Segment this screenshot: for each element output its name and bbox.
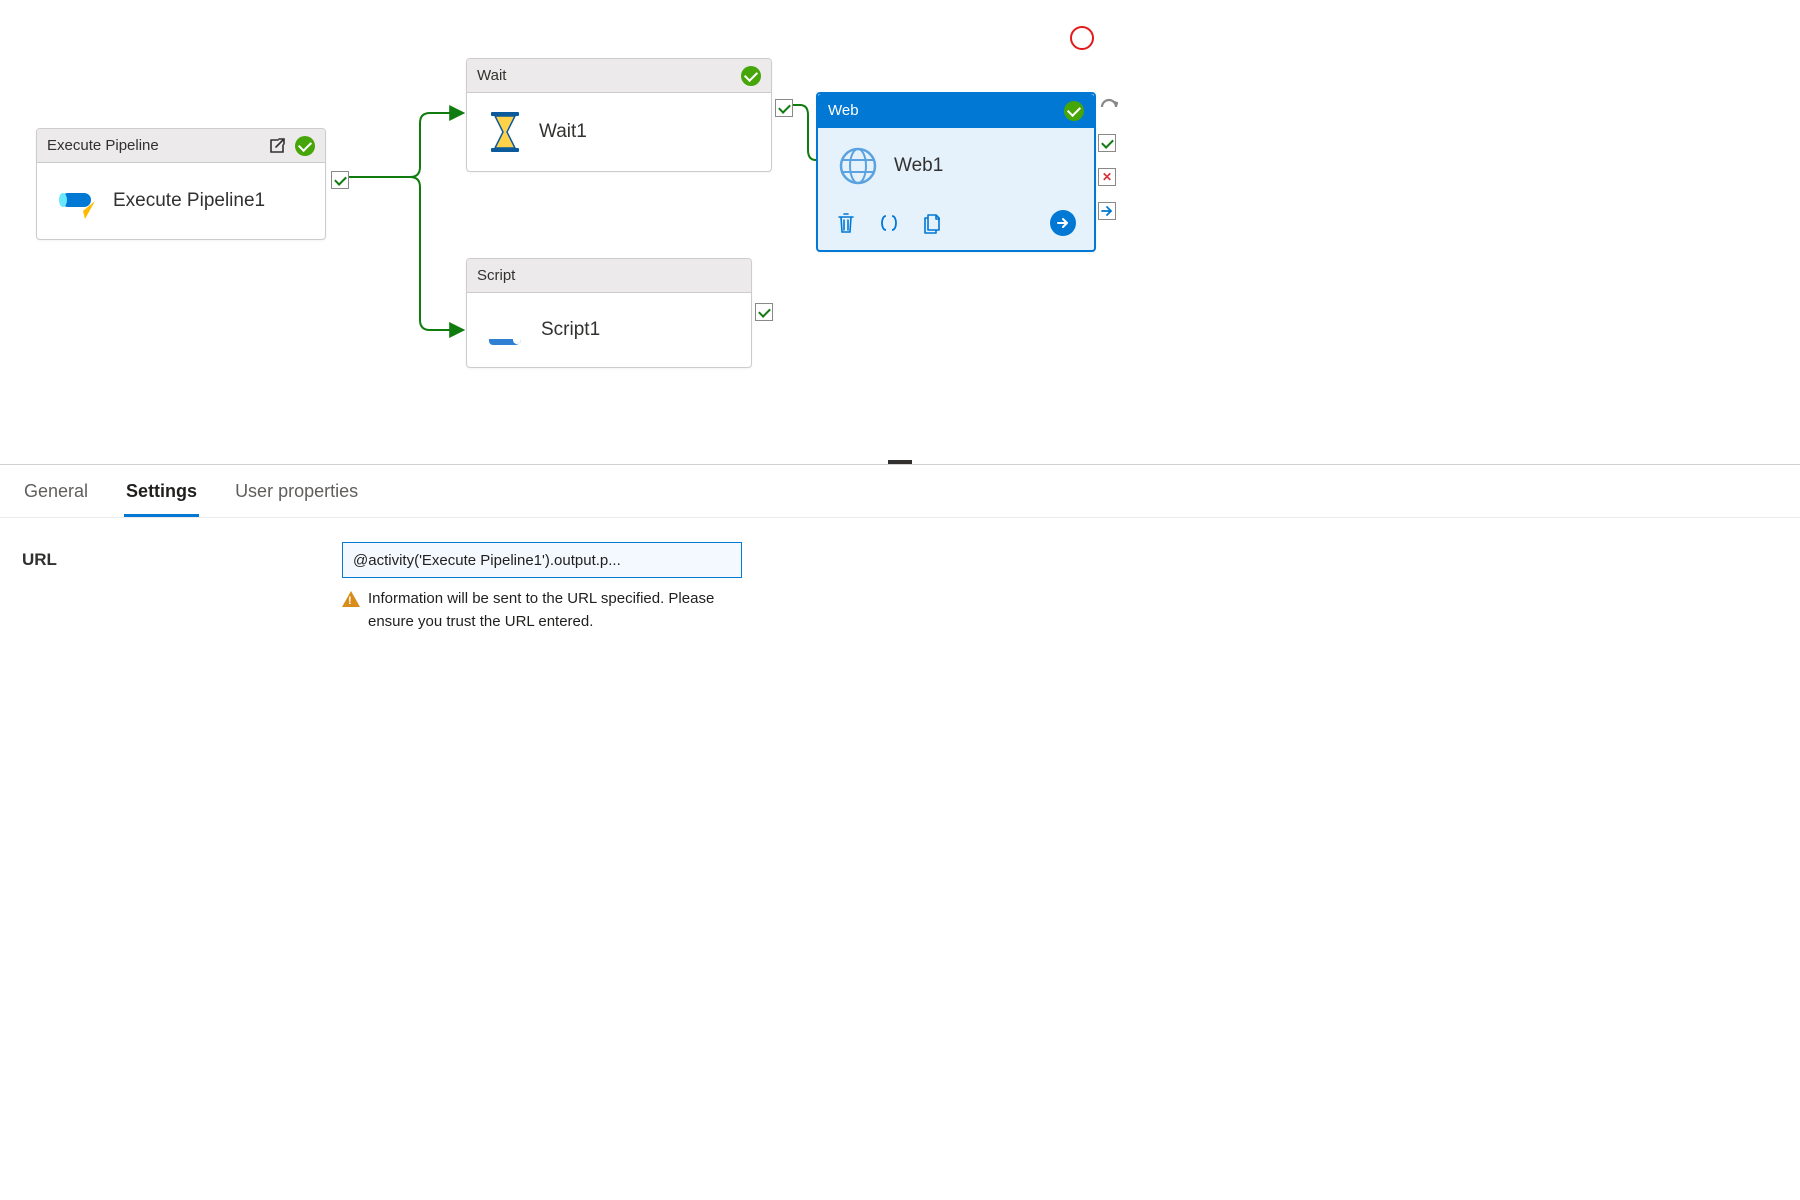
code-icon[interactable] <box>878 212 900 234</box>
activity-header: Script <box>467 259 751 293</box>
output-success-port[interactable] <box>755 303 773 321</box>
panel-divider[interactable] <box>0 464 1800 465</box>
settings-form: URL @activity('Execute Pipeline1').outpu… <box>0 518 1800 657</box>
activity-header: Wait <box>467 59 771 93</box>
delete-icon[interactable] <box>836 212 856 234</box>
copy-icon[interactable] <box>922 212 942 234</box>
url-label: URL <box>22 542 322 570</box>
output-success-port[interactable] <box>331 171 349 189</box>
open-external-icon[interactable] <box>267 136 287 156</box>
activity-type-label: Wait <box>477 67 506 84</box>
activity-web[interactable]: Web Web1 <box>816 92 1096 252</box>
activity-type-label: Web <box>828 102 859 119</box>
activity-execute-pipeline[interactable]: Execute Pipeline Execute Pipeline1 <box>36 128 326 240</box>
run-icon[interactable] <box>1050 210 1076 236</box>
pipeline-icon <box>57 181 97 221</box>
check-icon <box>295 136 315 156</box>
warning-icon <box>342 591 360 607</box>
activity-wait[interactable]: Wait Wait1 <box>466 58 772 172</box>
activity-name-label: Web1 <box>894 155 943 177</box>
activity-header: Web <box>818 94 1094 128</box>
activity-type-label: Script <box>477 267 515 284</box>
activity-type-label: Execute Pipeline <box>47 137 159 154</box>
properties-tabs: General Settings User properties <box>0 465 1800 518</box>
url-warning-text: Information will be sent to the URL spec… <box>368 588 742 633</box>
output-failure-port[interactable]: ✕ <box>1098 168 1116 186</box>
annotation-circle <box>1070 26 1094 50</box>
script-icon <box>487 311 525 349</box>
url-input[interactable]: @activity('Execute Pipeline1').output.p.… <box>342 542 742 578</box>
activity-script[interactable]: Script Script1 <box>466 258 752 368</box>
activity-header: Execute Pipeline <box>37 129 325 163</box>
hourglass-icon <box>487 111 523 153</box>
activity-name-label: Wait1 <box>539 121 587 143</box>
activity-name-label: Script1 <box>541 319 600 341</box>
globe-icon <box>838 146 878 186</box>
check-icon <box>1064 101 1084 121</box>
drag-handle-icon[interactable] <box>888 460 912 464</box>
deactivate-icon[interactable] <box>1100 98 1118 117</box>
check-icon <box>741 66 761 86</box>
tab-general[interactable]: General <box>22 475 90 517</box>
output-success-port[interactable] <box>1098 134 1116 152</box>
pipeline-canvas[interactable]: Execute Pipeline Execute Pipeline1 W <box>0 0 1168 460</box>
activity-name-label: Execute Pipeline1 <box>113 190 265 212</box>
output-success-port[interactable] <box>775 99 793 117</box>
tab-user-properties[interactable]: User properties <box>233 475 360 517</box>
tab-settings[interactable]: Settings <box>124 475 199 517</box>
output-completion-port[interactable] <box>1098 202 1116 220</box>
